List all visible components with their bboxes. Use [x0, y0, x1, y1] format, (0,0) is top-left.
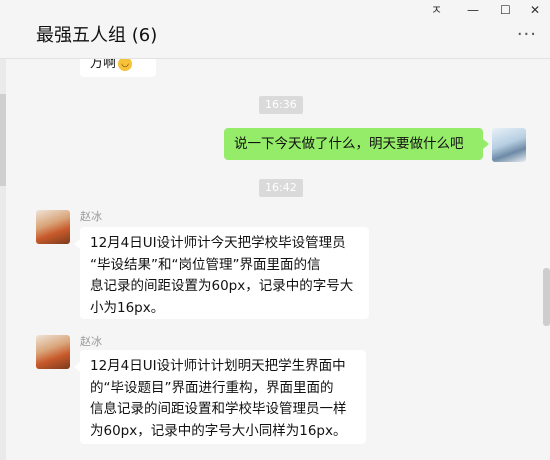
my-avatar[interactable]	[492, 128, 526, 162]
message-line: 12月4日UI设计师计今天把学校毕设管理员	[90, 235, 346, 251]
sender-name: 赵冰	[80, 335, 102, 348]
chat-message-area[interactable]: 万啊 ◡ 16:36 说一下今天做了什么，明天要做什么吧 16:42 赵冰 12月…	[0, 59, 550, 460]
message-line: 12月4日UI设计师计计划明天把学生界面中	[90, 358, 346, 374]
pin-icon[interactable]: ㅈ	[431, 3, 442, 17]
title-bar: 最强五人组 (6) ㅈ — ☐ ✕ ···	[0, 0, 550, 59]
sender-avatar[interactable]	[36, 210, 70, 244]
message-bubble[interactable]: 12月4日UI设计师计计划明天把学生界面中 的“毕设题目”界面进行重构，界面里面…	[74, 350, 366, 444]
sender-avatar[interactable]	[36, 335, 70, 369]
chat-scrollbar-thumb[interactable]	[543, 268, 550, 326]
previous-message-text: 万啊	[90, 59, 117, 71]
message-bubble[interactable]: 12月4日UI设计师计今天把学校毕设管理员 “毕设结果”和“岗位管理”界面里面的…	[74, 227, 369, 319]
sender-name: 赵冰	[80, 210, 102, 223]
message-line: 为60px，记录中的字号大小同样为16px。	[90, 422, 347, 439]
more-options-icon[interactable]: ···	[517, 26, 537, 44]
timestamp: 16:42	[259, 179, 303, 197]
message-line: 的“毕设题目”界面进行重构，界面里面的	[90, 379, 334, 396]
message-line: 小为16px。	[90, 299, 165, 316]
maximize-icon[interactable]: ☐	[500, 3, 511, 17]
message-line: 信息记录的间距设置和学校毕设管理员一样	[90, 401, 347, 417]
timestamp: 16:36	[259, 96, 303, 114]
my-message-bubble[interactable]: 说一下今天做了什么，明天要做什么吧	[224, 128, 489, 160]
message-line: 息记录的间距设置为60px，记录中的字号大	[90, 278, 354, 294]
close-icon[interactable]: ✕	[530, 3, 540, 17]
smile-emoji-icon: ◡	[118, 59, 133, 71]
previous-message-bubble[interactable]: 万啊 ◡	[80, 59, 156, 77]
message-line: “毕设结果”和“岗位管理”界面里面的信	[90, 256, 321, 273]
minimize-icon[interactable]: —	[467, 3, 479, 17]
chat-title: 最强五人组 (6)	[36, 25, 158, 46]
